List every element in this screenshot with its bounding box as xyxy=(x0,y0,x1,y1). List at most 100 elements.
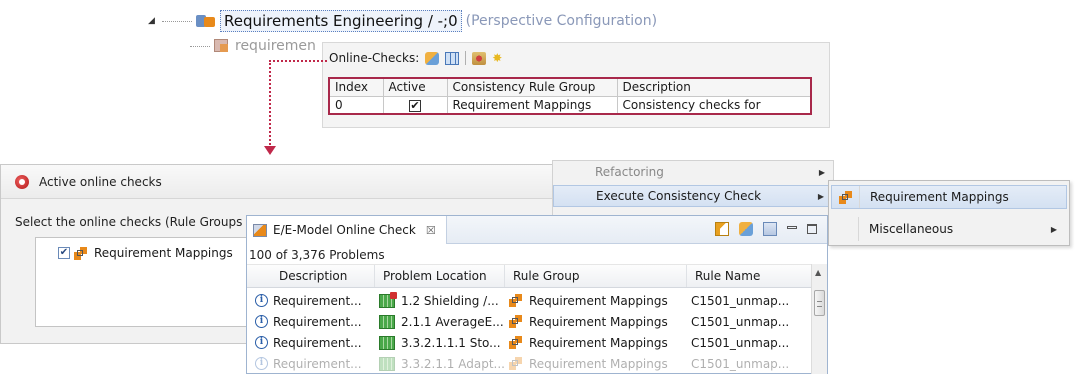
dialog-prompt: Select the online checks (Rule Groups xyxy=(15,215,243,229)
cell-text: Requirement... xyxy=(273,314,362,329)
cell-text: Requirement Mappings xyxy=(529,293,668,308)
cell-text: Requirement Mappings xyxy=(529,356,668,371)
cell-location: 2.1.1 AverageE... xyxy=(375,311,505,332)
cell-text: Requirement... xyxy=(273,356,362,371)
info-icon: i xyxy=(255,357,268,370)
model-element-icon xyxy=(379,356,395,371)
menu-item-label: Refactoring xyxy=(595,165,664,179)
cell-description: i Requirement... xyxy=(251,290,375,311)
table-row[interactable]: 0 ✔ Requirement Mappings Consistency che… xyxy=(328,95,812,115)
model-element-icon xyxy=(379,291,397,308)
close-icon[interactable]: ☒ xyxy=(426,224,436,237)
table-row[interactable]: i Requirement... 3.3.2.1.1 Adapt... Requi… xyxy=(247,353,813,374)
submenu-arrow-icon: ▶ xyxy=(817,191,824,201)
sync-icon[interactable] xyxy=(425,51,440,65)
rule-group-checkbox[interactable]: ✔ xyxy=(58,247,70,259)
tree-connector xyxy=(190,45,210,47)
cell-rule-group: Requirement Mappings xyxy=(505,353,687,374)
vertical-scrollbar[interactable]: ▲ xyxy=(811,264,827,374)
column-header-rule-name[interactable]: Rule Name xyxy=(687,265,813,287)
submenu-arrow-icon: ▶ xyxy=(1050,224,1057,234)
submenu-gutter xyxy=(831,217,859,241)
cell-description: Consistency checks for xyxy=(616,95,812,115)
cell-rule-group: Requirement Mappings xyxy=(505,332,687,353)
submenu-item-miscellaneous[interactable]: Miscellaneous ▶ xyxy=(831,217,1067,241)
app-icon xyxy=(15,174,29,189)
star-icon[interactable]: ✸ xyxy=(492,51,506,65)
rule-group-icon xyxy=(509,336,523,349)
rule-group-list[interactable]: ✔ Requirement Mappings xyxy=(35,237,275,327)
menu-item-refactoring[interactable]: Refactoring ▶ xyxy=(553,161,833,183)
table-row[interactable]: i Requirement... 2.1.1 AverageE... Requir… xyxy=(247,311,813,332)
minimize-icon[interactable] xyxy=(787,225,797,229)
maximize-icon[interactable] xyxy=(807,224,817,234)
column-header-description[interactable]: Description xyxy=(271,265,375,287)
cell-rule-group: Requirement Mappings xyxy=(446,95,618,115)
cell-location: 3.3.2.1.1 Adapt... xyxy=(375,353,505,374)
toolbar-separator xyxy=(465,51,467,65)
tab-title: E/E-Model Online Check xyxy=(273,223,416,237)
info-icon: i xyxy=(255,294,268,307)
tree-root-row[interactable]: ◢ Requirements Engineering / -;0 (Perspe… xyxy=(148,10,657,32)
perspective-config-icon xyxy=(196,13,216,29)
cell-rule-name: C1501_unmap... xyxy=(691,314,790,329)
list-item[interactable]: ✔ Requirement Mappings xyxy=(58,246,233,260)
submenu-item-requirement-mappings[interactable]: Requirement Mappings xyxy=(831,185,1067,209)
column-header-index[interactable]: Index xyxy=(328,77,384,97)
rule-group-label: Requirement Mappings xyxy=(94,246,233,260)
table-icon[interactable] xyxy=(445,51,460,65)
online-checks-label: Online-Checks: xyxy=(329,51,420,65)
cell-text: Requirement... xyxy=(273,335,362,350)
dialog-titlebar[interactable]: Active online checks xyxy=(1,165,559,199)
filter-icon[interactable] xyxy=(763,222,777,236)
table-row[interactable]: i Requirement... 1.2 Shielding /... Requi… xyxy=(247,290,813,311)
cell-text: 2.1.1 AverageE... xyxy=(401,314,504,329)
table-row[interactable]: i Requirement... 3.3.2.1.1.1 Sto... Requi… xyxy=(247,332,813,353)
online-checks-toolbar: Online-Checks: ✸ xyxy=(329,51,506,65)
tree-child-label[interactable]: requiremen xyxy=(235,38,316,54)
rule-group-icon xyxy=(509,294,523,307)
cell-description: i Requirement... xyxy=(251,332,375,353)
rule-group-icon xyxy=(838,190,853,204)
rule-group-icon xyxy=(509,357,523,370)
info-icon: i xyxy=(255,315,268,328)
filter-icon[interactable] xyxy=(472,51,487,65)
cell-text: 1.2 Shielding /... xyxy=(401,293,499,308)
active-checkbox[interactable]: ✔ xyxy=(409,99,421,112)
cell-description: i Requirement... xyxy=(251,353,375,374)
cell-index: 0 xyxy=(328,95,384,115)
tab-online-check[interactable]: E/E-Model Online Check ☒ xyxy=(247,216,447,244)
tree-root-sublabel: (Perspective Configuration) xyxy=(465,13,658,29)
column-header-rule-group[interactable]: Consistency Rule Group xyxy=(446,77,618,97)
cell-text: 3.3.2.1.1.1 Sto... xyxy=(401,335,501,350)
callout-connector-vertical xyxy=(269,60,271,148)
callout-connector-horizontal xyxy=(269,60,327,62)
expand-triangle-icon[interactable]: ◢ xyxy=(148,16,160,26)
online-checks-table: Index Active Consistency Rule Group Desc… xyxy=(328,77,812,115)
cell-location: 3.3.2.1.1.1 Sto... xyxy=(375,332,505,353)
column-header-description[interactable]: Description xyxy=(616,77,812,97)
scroll-up-icon[interactable]: ▲ xyxy=(815,268,821,277)
view-tabbar: E/E-Model Online Check ☒ xyxy=(247,216,827,244)
run-check-icon[interactable] xyxy=(715,222,729,236)
cell-active[interactable]: ✔ xyxy=(382,95,448,115)
sync-icon[interactable] xyxy=(739,222,753,236)
column-header-rule-group[interactable]: Rule Group xyxy=(505,265,687,287)
dialog-title: Active online checks xyxy=(39,174,162,189)
cell-text: Requirement Mappings xyxy=(529,314,668,329)
menu-item-execute-consistency-check[interactable]: Execute Consistency Check ▶ xyxy=(553,185,833,207)
consistency-check-submenu: Requirement Mappings Miscellaneous ▶ xyxy=(828,180,1070,246)
scroll-thumb[interactable] xyxy=(814,290,825,316)
rule-group-icon xyxy=(74,246,88,260)
column-header-problem-location[interactable]: Problem Location xyxy=(375,265,505,287)
model-element-icon xyxy=(379,335,395,350)
menu-item-label: Execute Consistency Check xyxy=(596,189,762,203)
submenu-arrow-icon: ▶ xyxy=(818,167,825,177)
cell-description: i Requirement... xyxy=(251,311,375,332)
column-header-active[interactable]: Active xyxy=(382,77,448,97)
tree-child-row[interactable]: requiremen xyxy=(188,38,316,54)
online-checks-header-row: Index Active Consistency Rule Group Desc… xyxy=(328,77,812,97)
cell-rule-name: C1501_unmap... xyxy=(691,293,790,308)
problems-header-row: Description Problem Location Rule Group … xyxy=(247,264,813,288)
tree-root-label[interactable]: Requirements Engineering / -;0 xyxy=(220,10,462,32)
